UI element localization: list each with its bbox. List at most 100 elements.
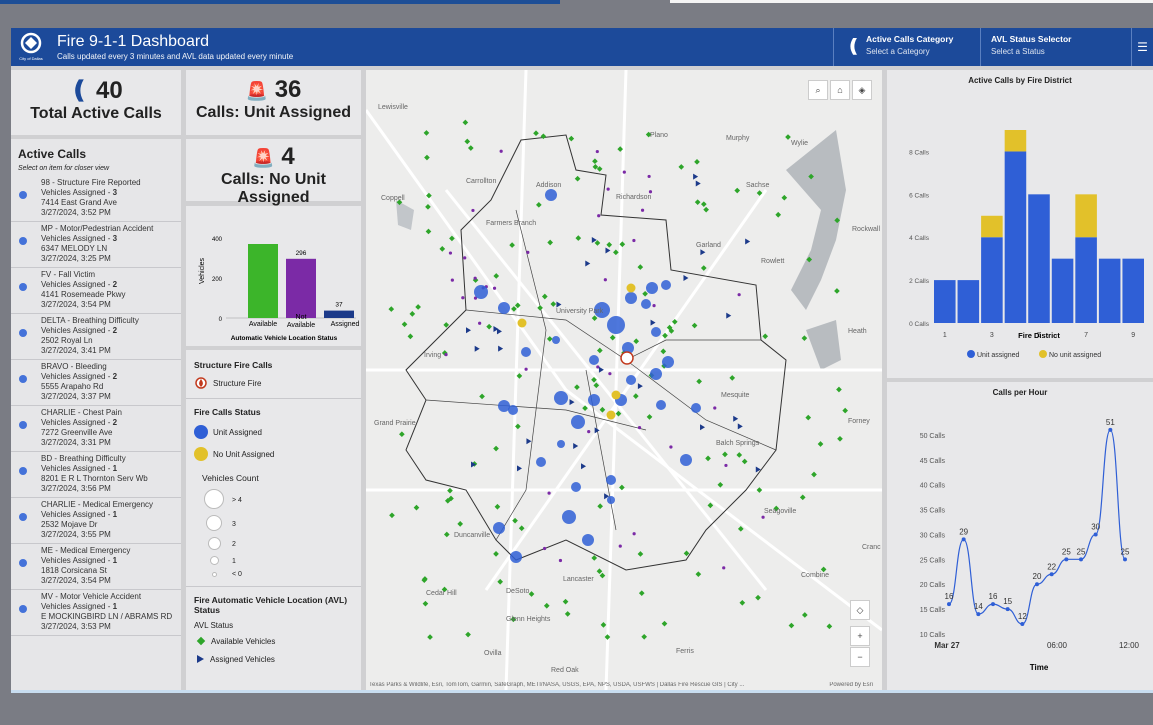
avl-y-tick: 0 [219,317,223,323]
assigned-vehicle-marker [693,173,699,180]
home-icon[interactable]: ⌂ [830,80,850,100]
available-vehicle-marker [660,348,667,355]
avl-bar [286,258,316,318]
y-tick-label: 4 Calls [909,235,930,242]
unassigned-dot-icon [194,447,208,461]
available-vehicle-marker [592,158,598,165]
call-type: BD - Breathing Difficulty [41,454,126,463]
avl-status-selector[interactable]: AVL Status Selector Select a Status [980,28,1131,66]
active-call-item[interactable]: BRAVO - Bleeding Vehicles Assigned - 2 555… [11,360,181,406]
available-vehicle-marker [613,249,619,256]
unavailable-vehicle-marker [542,546,547,551]
total-calls-card: ❪ 40 Total Active Calls [11,70,181,135]
lake-shape [806,320,841,370]
legend-count-title: Vehicles Count [202,473,259,483]
district-bar-segment [1004,130,1027,152]
legend-swatch [967,350,975,358]
call-marker [626,375,636,385]
y-tick-label: 6 Calls [909,192,930,199]
call-time: 3/27/2024, 3:54 PM [41,300,111,309]
call-time: 3/27/2024, 3:52 PM [41,208,111,217]
call-type: FV - Fall Victim [41,270,96,279]
available-vehicle-marker [609,334,616,341]
available-vehicle-marker [536,202,542,208]
legend-label: Available Vehicles [211,636,276,646]
available-vehicle-marker [541,293,548,300]
active-call-item[interactable]: MV - Motor Vehicle Accident Vehicles Assi… [11,590,181,636]
data-point [1079,557,1083,562]
map-place-label: DeSoto [506,588,530,595]
data-label: 29 [959,527,968,536]
call-type: 98 - Structure Fire Reported [41,178,141,187]
active-calls-category-selector[interactable]: ❪ Active Calls Category Select a Categor… [833,28,971,66]
available-vehicle-marker [604,634,611,640]
active-call-item[interactable]: BD - Breathing Difficulty Vehicles Assign… [11,452,181,498]
available-vehicle-marker [700,265,707,271]
call-marker [521,347,531,357]
call-marker [651,327,661,337]
locate-icon[interactable]: ◇ [850,600,870,620]
avl-y-tick: 400 [212,237,223,243]
call-status-dot-icon [19,559,27,567]
available-vehicle-marker [683,550,690,557]
map-place-label: Duncanville [454,532,491,539]
map-place-label: Cedar Hill [426,590,457,597]
map-place-label: Grand Prairie [374,420,416,427]
map-place-label: Addison [536,182,562,189]
call-time: 3/27/2024, 3:55 PM [41,530,111,539]
district-chart-svg: 0 Calls2 Calls4 Calls6 Calls8 Calls1 3 5 7 9… [909,130,1144,359]
call-vehicles: Vehicles Assigned - 3 [41,188,118,197]
assigned-vehicle-marker [650,319,656,326]
active-call-item[interactable]: MP - Motor/Pedestrian Accident Vehicles A… [11,222,181,268]
active-call-item[interactable]: 98 - Structure Fire Reported Vehicles Ass… [11,176,181,222]
call-type: CHARLIE - Chest Pain [41,408,122,417]
available-vehicle-marker [633,338,640,345]
unavailable-vehicle-marker [450,278,454,282]
dashboard-window: City of Dallas Fire 9-1-1 Dashboard Call… [11,28,1153,690]
count-circle-icon [209,556,219,565]
menu-icon[interactable]: ☰ [1131,28,1153,66]
available-vehicle-marker [694,158,700,165]
map-view[interactable]: Lewisville Plano Murphy Wylie Carrollton Addi… [366,70,882,690]
call-marker [641,299,651,309]
map-place-label: Heath [848,328,867,335]
available-vehicle-marker [574,384,580,391]
available-vehicle-marker [694,199,701,205]
available-vehicle-marker [638,590,645,596]
zoom-out-button[interactable]: − [850,647,870,667]
available-vehicle-marker [462,119,469,126]
data-label: 15 [1003,597,1012,606]
available-vehicle-marker [717,481,724,488]
map-place-label: Farmers Branch [486,220,537,227]
available-vehicle-marker [546,336,553,342]
zoom-in-button[interactable]: + [850,626,870,646]
header-bar: City of Dallas Fire 9-1-1 Dashboard Call… [11,28,1153,66]
available-vehicle-marker [661,620,668,627]
assigned-vehicle-marker [700,424,706,431]
map-place-label: Irving [424,352,442,359]
available-vehicle-marker [562,598,569,605]
active-call-item[interactable]: ME - Medical Emergency Vehicles Assigned … [11,544,181,590]
available-vehicle-marker [762,333,769,340]
active-call-item[interactable]: CHARLIE - Medical Emergency Vehicles Assi… [11,498,181,544]
page-subtitle: Calls updated every 3 minutes and AVL da… [57,52,294,61]
available-vehicle-marker [637,264,644,270]
unavailable-vehicle-marker [652,304,656,308]
calls-per-hour-chart: Calls per Hour 10 Calls 15 Calls 20 Calls 2… [887,382,1153,690]
active-call-item[interactable]: CHARLIE - Chest Pain Vehicles Assigned - … [11,406,181,452]
search-icon[interactable]: ⌕ [808,80,828,100]
legend-label: 1 [232,558,236,565]
unavailable-vehicle-marker [603,278,607,282]
available-vehicle-marker [729,375,736,381]
siren-icon: 🚨 [245,81,269,101]
available-vehicle-marker [528,591,535,597]
assigned-vehicle-marker [605,247,611,254]
map-attribution: Texas Parks & Wildlife, Esri, TomTom, Ga… [369,682,873,688]
district-bar-segment [1075,237,1097,323]
call-vehicles: Vehicles Assigned - 1 [41,464,118,473]
assigned-vehicle-marker [637,383,643,390]
active-call-item[interactable]: FV - Fall Victim Vehicles Assigned - 2 414… [11,268,181,314]
active-call-item[interactable]: DELTA - Breathing Difficulty Vehicles Ass… [11,314,181,360]
layers-icon[interactable]: ◈ [852,80,872,100]
assigned-vehicle-marker [474,345,480,352]
